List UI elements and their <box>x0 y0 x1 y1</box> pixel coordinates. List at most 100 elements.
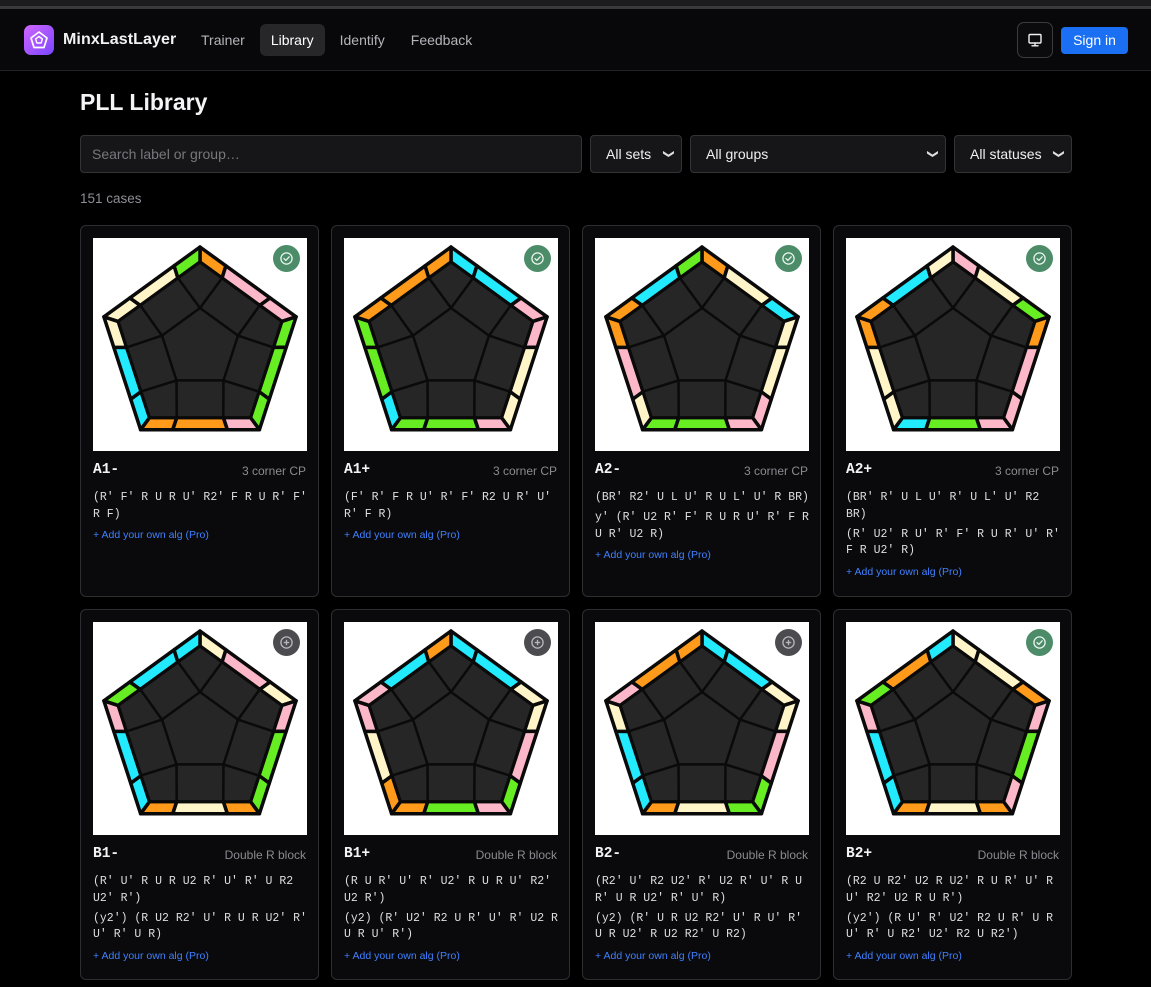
search-input[interactable] <box>80 135 582 173</box>
add-alg-link[interactable]: + Add your own alg (Pro) <box>846 950 1062 962</box>
case-label: B1- <box>93 846 120 862</box>
group-filter-value: All groups <box>706 146 769 162</box>
case-count: 151 cases <box>80 191 142 206</box>
learned-status-button[interactable] <box>1026 629 1053 656</box>
status-filter-value: All statuses <box>970 146 1042 162</box>
case-card[interactable]: A2+ 3 corner CP (BR' R' U L U' R' U L' U… <box>833 225 1072 597</box>
case-diagram <box>595 622 809 835</box>
case-card[interactable]: B2+ Double R block (R2 U R2' U2 R U2' R … <box>833 609 1072 980</box>
check-circle-icon <box>279 251 294 266</box>
algorithm-text: (y2') (R U2 R2' U' R U R U2' R' U' R' U … <box>93 911 314 942</box>
learned-status-button[interactable] <box>524 245 551 272</box>
algorithm-list: (F' R' F R U' R' F' R2 U R' U' R' F R) +… <box>344 490 560 541</box>
case-label: A2+ <box>846 462 873 478</box>
group-filter-select[interactable]: All groups ❯ <box>690 135 946 173</box>
add-alg-link[interactable]: + Add your own alg (Pro) <box>846 566 1062 578</box>
case-diagram <box>93 622 307 835</box>
case-label: B2+ <box>846 846 873 862</box>
add-alg-link[interactable]: + Add your own alg (Pro) <box>93 950 309 962</box>
case-group: 3 corner CP <box>241 464 306 478</box>
algorithm-text: (F' R' F R U' R' F' R2 U R' U' R' F R) <box>344 491 558 521</box>
nav-identify[interactable]: Identify <box>329 24 396 56</box>
chevron-down-icon: ❯ <box>1052 149 1065 159</box>
learned-status-button[interactable] <box>273 245 300 272</box>
check-circle-icon <box>530 251 545 266</box>
case-diagram <box>344 622 558 835</box>
case-diagram <box>93 238 307 451</box>
add-alg-link[interactable]: + Add your own alg (Pro) <box>344 950 560 962</box>
check-circle-icon <box>781 251 796 266</box>
case-group: Double R block <box>475 848 557 862</box>
add-status-button[interactable] <box>775 629 802 656</box>
add-alg-link[interactable]: + Add your own alg (Pro) <box>344 529 560 541</box>
plus-circle-icon <box>530 635 545 650</box>
case-diagram <box>344 238 558 451</box>
case-group: 3 corner CP <box>492 464 557 478</box>
set-filter-select[interactable]: All sets ❯ <box>590 135 682 173</box>
algorithm-list: (R' U' R U R U2 R' U' R' U R2 U2' R') (y2… <box>93 874 309 962</box>
brand-logo-icon <box>24 25 54 55</box>
add-alg-link[interactable]: + Add your own alg (Pro) <box>595 549 811 561</box>
case-card[interactable]: B1+ Double R block (R U R' U' R' U2' R U… <box>331 609 570 980</box>
main-nav: Trainer Library Identify Feedback <box>190 24 483 56</box>
plus-circle-icon <box>279 635 294 650</box>
brand-name: MinxLastLayer <box>63 31 177 48</box>
algorithm-text: (R U R' U' R' U2' R U R U' R2' U2 R') <box>344 875 558 905</box>
check-circle-icon <box>1032 635 1047 650</box>
case-group: Double R block <box>726 848 808 862</box>
algorithm-text: (BR' R2' U L U' R U L' U' R BR) <box>595 491 809 504</box>
status-filter-select[interactable]: All statuses ❯ <box>954 135 1072 173</box>
case-diagram <box>846 622 1060 835</box>
algorithm-list: (BR' R' U L U' R' U L' U' R2 BR) (R' U2' … <box>846 490 1062 578</box>
navbar: MinxLastLayer Trainer Library Identify F… <box>0 9 1151 71</box>
algorithm-text: (y2) (R' U2' R2 U R' U' R' U2 R U R U' R… <box>344 911 565 942</box>
nav-library[interactable]: Library <box>259 24 325 56</box>
case-label: A2- <box>595 462 622 478</box>
case-label: A1+ <box>344 462 371 478</box>
nav-trainer[interactable]: Trainer <box>190 24 256 56</box>
plus-circle-icon <box>781 635 796 650</box>
add-alg-link[interactable]: + Add your own alg (Pro) <box>595 950 811 962</box>
nav-feedback[interactable]: Feedback <box>400 24 483 56</box>
monitor-icon <box>1028 33 1042 47</box>
case-card[interactable]: A2- 3 corner CP (BR' R2' U L U' R U L' U… <box>582 225 821 597</box>
window-top-strip <box>0 0 1151 9</box>
case-card[interactable]: B1- Double R block (R' U' R U R U2 R' U'… <box>80 609 319 980</box>
algorithm-text: (R2' U' R2 U2' R' U2 R' U' R U R' U R U2… <box>595 875 809 905</box>
case-card[interactable]: A1+ 3 corner CP (F' R' F R U' R' F' R2 U… <box>331 225 570 597</box>
algorithm-text: (R' F' R U R U' R2' F R U R' F' R F) <box>93 491 314 521</box>
case-card[interactable]: B2- Double R block (R2' U' R2 U2' R' U2 … <box>582 609 821 980</box>
learned-status-button[interactable] <box>775 245 802 272</box>
case-label: A1- <box>93 462 120 478</box>
algorithm-list: (R U R' U' R' U2' R U R U' R2' U2 R') (y2… <box>344 874 560 962</box>
algorithm-list: (R2 U R2' U2 R U2' R U R' U' R U' R2' U2… <box>846 874 1062 962</box>
chevron-down-icon: ❯ <box>662 149 675 159</box>
case-diagram <box>846 238 1060 451</box>
add-status-button[interactable] <box>524 629 551 656</box>
case-label: B2- <box>595 846 622 862</box>
case-diagram <box>595 238 809 451</box>
add-alg-link[interactable]: + Add your own alg (Pro) <box>93 529 309 541</box>
case-label: B1+ <box>344 846 371 862</box>
algorithm-text: (y2') (R U' R' U2' R2 U R' U R U' R' U R… <box>846 911 1060 942</box>
algorithm-list: (R' F' R U R U' R2' F R U R' F' R F) + A… <box>93 490 309 541</box>
check-circle-icon <box>1032 251 1047 266</box>
algorithm-text: (y2) (R' U R U2 R2' U' R U' R' U R U2' R… <box>595 911 809 942</box>
case-group: Double R block <box>977 848 1059 862</box>
learned-status-button[interactable] <box>1026 245 1053 272</box>
case-group: 3 corner CP <box>994 464 1059 478</box>
case-group: Double R block <box>224 848 306 862</box>
algorithm-text: (R2 U R2' U2 R U2' R U R' U' R U' R2' U2… <box>846 875 1060 905</box>
algorithm-list: (R2' U' R2 U2' R' U2 R' U' R U R' U R U2… <box>595 874 811 962</box>
page-title: PLL Library <box>80 89 208 115</box>
add-status-button[interactable] <box>273 629 300 656</box>
algorithm-text: (R' U' R U R U2 R' U' R' U R2 U2' R') <box>93 875 301 905</box>
sign-in-button[interactable]: Sign in <box>1061 27 1128 54</box>
chevron-down-icon: ❯ <box>926 149 939 159</box>
set-filter-value: All sets <box>606 146 652 162</box>
case-card[interactable]: A1- 3 corner CP (R' F' R U R U' R2' F R … <box>80 225 319 597</box>
display-mode-button[interactable] <box>1017 22 1053 58</box>
algorithm-text: (BR' R' U L U' R' U L' U' R2 BR) <box>846 491 1047 521</box>
brand[interactable]: MinxLastLayer <box>24 25 176 55</box>
algorithm-list: (BR' R2' U L U' R U L' U' R BR) y' (R' U2… <box>595 490 811 561</box>
